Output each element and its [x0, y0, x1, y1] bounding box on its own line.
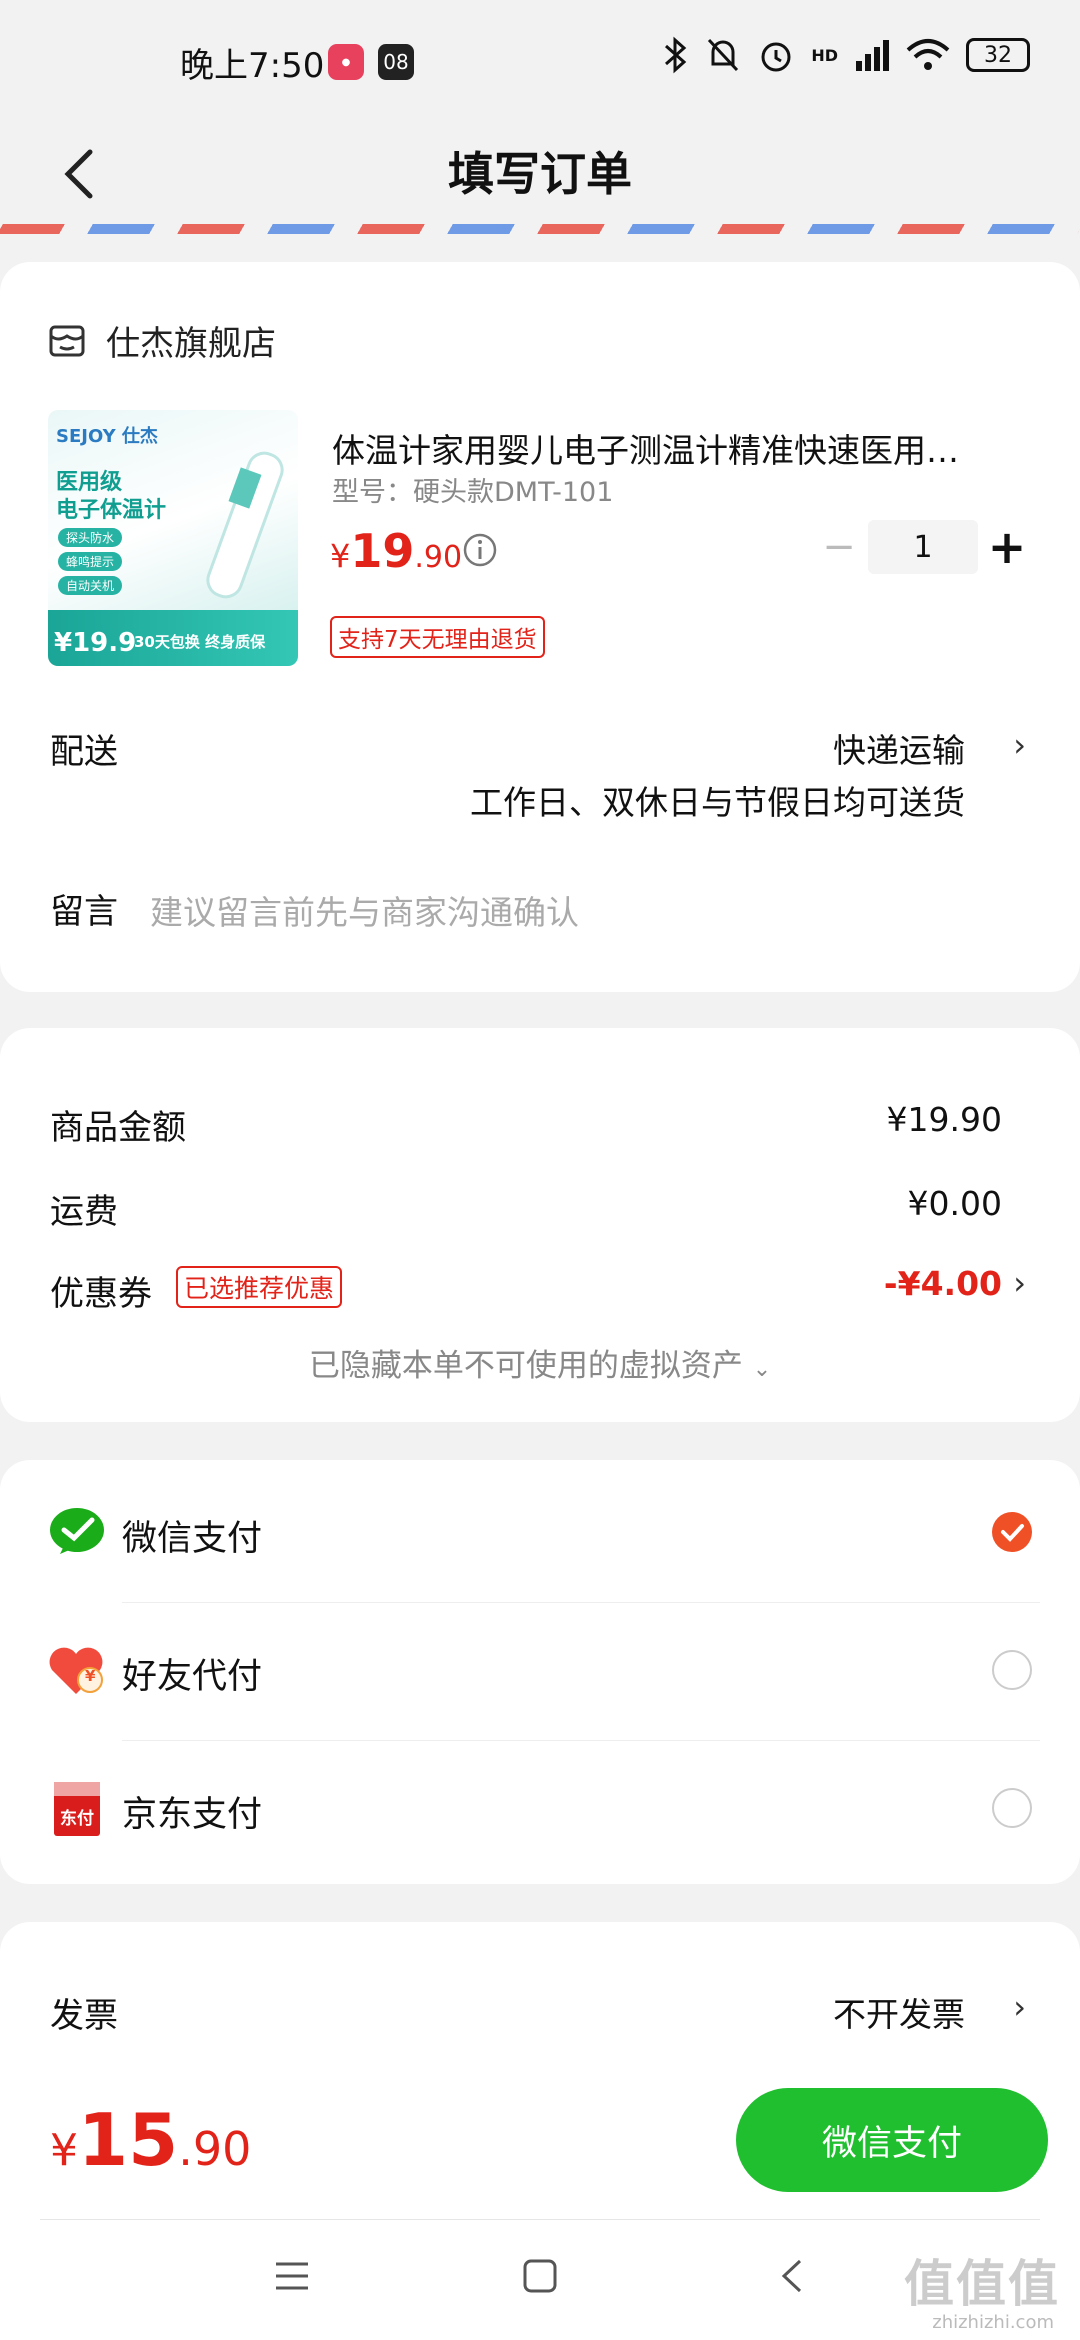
jd-pay-radio[interactable] — [992, 1788, 1032, 1828]
friend-pay-radio[interactable] — [992, 1650, 1032, 1690]
message-input[interactable]: 建议留言前先与商家沟通确认 — [150, 886, 579, 934]
watermark-url: zhizhizhi.com — [932, 2312, 1054, 2333]
store-icon — [49, 325, 85, 356]
store-header[interactable]: 仕杰旗舰店 — [48, 316, 276, 365]
wechat-pay-label: 微信支付 — [122, 1519, 263, 1559]
goods-amount-value: ¥19.90 — [886, 1100, 1002, 1139]
status-bar: 晚上7:50 ● 08 HD 32 — [0, 0, 1080, 124]
return-policy-tag: 支持7天无理由退货 — [330, 616, 545, 658]
payment-divider — [122, 1740, 1040, 1741]
price-integer: 19 — [350, 524, 415, 578]
message-label: 留言 — [50, 892, 118, 932]
quantity-value[interactable]: 1 — [868, 520, 978, 574]
coupon-tag: 已选推荐优惠 — [176, 1266, 343, 1308]
invoice-chevron-icon[interactable]: › — [1013, 1988, 1026, 2026]
friend-pay-badge: ¥ — [85, 1667, 96, 1685]
shipping-fee-value: ¥0.00 — [907, 1184, 1002, 1223]
product-image[interactable]: SEJOY 仕杰 医用级 电子体温计 探头防水 蜂鸣提示 自动关机 ¥19.9 … — [48, 410, 298, 666]
home-icon[interactable] — [522, 2258, 558, 2294]
coupon-value[interactable]: -¥4.00 — [884, 1264, 1002, 1303]
delivery-detail: 工作日、双休日与节假日均可送货 — [470, 783, 965, 822]
friend-pay-icon — [49, 1647, 103, 1694]
quantity-stepper: − 1 + — [810, 520, 1036, 574]
back-icon[interactable] — [778, 2258, 806, 2294]
payment-option-jd[interactable]: 东付 京东支付 — [0, 1742, 1080, 1878]
increase-button[interactable]: + — [978, 520, 1036, 574]
invoice-value[interactable]: 不开发票 — [833, 1988, 965, 2036]
coupon-chevron-icon[interactable]: › — [1013, 1264, 1026, 1302]
notification-app-icon: ● — [328, 44, 364, 80]
status-time: 晚上7:50 — [180, 46, 325, 86]
total-integer: 15 — [78, 2098, 179, 2182]
hidden-assets-text: 已隐藏本单不可使用的虚拟资产 — [308, 1348, 743, 1384]
delivery-method[interactable]: 快递运输 — [833, 724, 965, 772]
product-feature-2: 蜂鸣提示 — [58, 552, 123, 571]
hidden-assets-toggle[interactable]: 已隐藏本单不可使用的虚拟资产 ⌄ — [0, 1340, 1080, 1385]
total-price: ¥15.90 — [50, 2098, 251, 2182]
shipping-fee-label: 运费 — [50, 1192, 118, 1232]
pay-button[interactable]: 微信支付 — [736, 2088, 1048, 2192]
jd-icon-band — [54, 1782, 100, 1796]
checkout-bar: ¥15.90 微信支付 — [0, 2070, 1080, 2220]
jd-pay-icon: 东付 — [54, 1782, 100, 1836]
menu-icon[interactable] — [274, 2260, 310, 2292]
payment-divider — [122, 1602, 1040, 1603]
signal-icon — [856, 40, 889, 71]
store-name: 仕杰旗舰店 — [106, 324, 276, 364]
mute-bell-icon — [708, 38, 739, 72]
coupon-label: 优惠券 — [50, 1274, 152, 1314]
total-symbol: ¥ — [50, 2125, 78, 2176]
product-feature-3: 自动关机 — [58, 576, 123, 595]
product-image-price: ¥19.9 — [54, 628, 137, 658]
product-image-line2: 电子体温计 — [56, 498, 167, 523]
navigation-bar: 填写订单 — [0, 124, 1080, 228]
friend-pay-label: 好友代付 — [122, 1657, 263, 1697]
price-symbol: ¥ — [330, 537, 351, 575]
check-icon — [1001, 1524, 1024, 1542]
notification-badge: 08 — [378, 44, 414, 80]
bluetooth-icon — [665, 36, 687, 74]
invoice-label: 发票 — [50, 1996, 118, 2036]
payment-option-friend[interactable]: ¥ 好友代付 — [0, 1604, 1080, 1740]
thermometer-illustration — [206, 451, 284, 599]
payment-option-wechat[interactable]: 微信支付 — [0, 1466, 1080, 1602]
page-title: 填写订单 — [448, 147, 632, 201]
product-feature-1: 探头防水 — [58, 528, 123, 547]
price-decimal: .90 — [414, 540, 463, 575]
wechat-pay-radio[interactable] — [992, 1512, 1032, 1552]
battery-indicator: 32 — [966, 38, 1030, 72]
alarm-icon — [761, 42, 791, 72]
airmail-divider — [0, 224, 1080, 234]
delivery-chevron-icon[interactable]: › — [1013, 726, 1026, 764]
product-title[interactable]: 体温计家用婴儿电子测温计精准快速医用… — [332, 424, 1032, 472]
jd-pay-label: 京东支付 — [122, 1795, 263, 1835]
product-image-guarantee: 30天包换 终身质保 — [134, 633, 266, 651]
product-price: ¥19.90 — [330, 524, 462, 578]
status-icons: HD 32 — [663, 36, 1030, 74]
decrease-button[interactable]: − — [810, 520, 868, 574]
info-icon[interactable] — [462, 532, 498, 568]
chevron-down-icon: ⌄ — [752, 1357, 772, 1382]
network-label: HD — [811, 45, 838, 65]
product-spec: 型号：硬头款DMT-101 — [332, 477, 614, 508]
total-decimal: .90 — [178, 2122, 252, 2176]
jd-icon-text: 东付 — [60, 1809, 94, 1829]
wechat-pay-icon — [50, 1508, 104, 1554]
watermark-logo: 值值值 — [904, 2255, 1060, 2313]
wifi-icon — [906, 39, 950, 70]
product-brand: SEJOY 仕杰 — [56, 426, 158, 447]
goods-amount-label: 商品金额 — [50, 1108, 186, 1148]
delivery-label: 配送 — [50, 732, 118, 772]
